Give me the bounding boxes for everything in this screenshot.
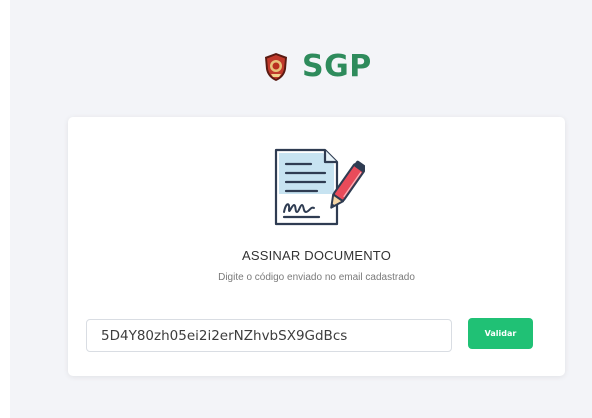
brand-name: SGP	[302, 49, 372, 84]
code-input[interactable]	[86, 319, 452, 352]
validate-button[interactable]: Validar	[468, 318, 533, 349]
card-title: ASSINAR DOCUMENTO	[241, 248, 392, 263]
sign-document-card: ASSINAR DOCUMENTO Digite o código enviad…	[68, 117, 565, 376]
signed-document-icon	[274, 148, 365, 226]
shield-emblem-icon	[265, 53, 287, 81]
brand-header: SGP	[263, 42, 372, 92]
card-subtitle: Digite o código enviado no email cadastr…	[218, 272, 415, 283]
